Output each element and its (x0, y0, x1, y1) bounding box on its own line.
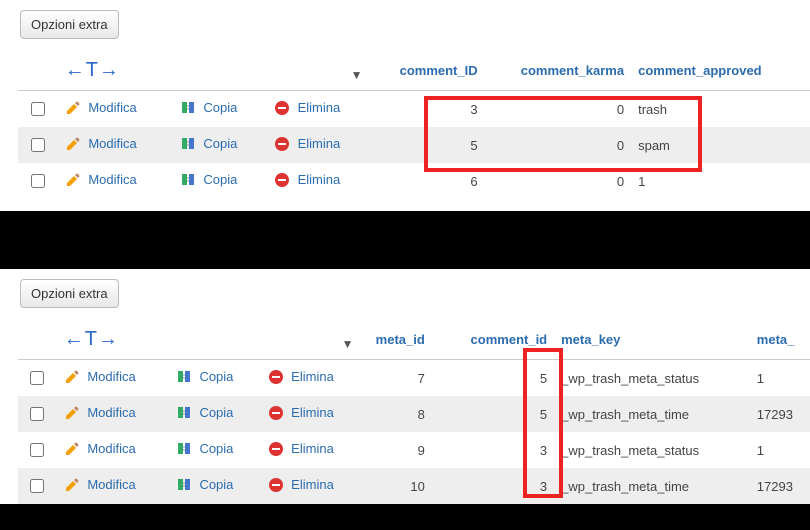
cell-comment-karma: 0 (486, 127, 632, 163)
delete-icon (274, 136, 290, 155)
row-checkbox[interactable] (31, 174, 45, 188)
table-row: Modifica Copia Elimina 9 3 _wp_trash_met… (18, 432, 810, 468)
pencil-icon (64, 477, 80, 496)
delete-icon (274, 172, 290, 191)
dropdown-icon[interactable]: ▼ (266, 53, 371, 91)
copy-icon (180, 136, 196, 155)
pencil-icon (65, 136, 81, 155)
copy-link[interactable]: Copia (199, 441, 233, 456)
delete-link[interactable]: Elimina (291, 441, 334, 456)
cell-meta-id: 9 (361, 432, 432, 468)
pencil-icon (64, 441, 80, 460)
pencil-icon (64, 369, 80, 388)
edit-link[interactable]: Modifica (88, 100, 136, 115)
delete-link[interactable]: Elimina (291, 405, 334, 420)
dropdown-icon[interactable]: ▼ (260, 322, 362, 360)
col-meta-key[interactable]: meta_key (555, 322, 749, 360)
cell-meta-id: 7 (361, 360, 432, 397)
cell-comment-id: 5 (371, 127, 486, 163)
copy-icon (176, 369, 192, 388)
delete-link[interactable]: Elimina (298, 100, 341, 115)
cell-meta-value: 1 (749, 432, 810, 468)
table-row: Modifica Copia Elimina 7 5 _wp_trash_met… (18, 360, 810, 397)
copy-icon (176, 441, 192, 460)
cell-comment-id: 3 (433, 468, 555, 504)
copy-icon (180, 172, 196, 191)
copy-link[interactable]: Copia (199, 477, 233, 492)
copy-icon (176, 405, 192, 424)
table-row: Modifica Copia Elimina 3 0 trash (18, 91, 810, 128)
col-comment-karma[interactable]: comment_karma (486, 53, 632, 91)
table-row: Modifica Copia Elimina 5 0 spam (18, 127, 810, 163)
sort-arrows-icon[interactable]: ←T→ (65, 59, 120, 81)
cell-meta-value: 17293 (749, 396, 810, 432)
edit-link[interactable]: Modifica (87, 369, 135, 384)
cell-comment-id: 3 (433, 432, 555, 468)
cell-comment-id: 5 (433, 396, 555, 432)
cell-comment-id: 6 (371, 163, 486, 199)
row-checkbox[interactable] (30, 443, 44, 457)
col-meta-id[interactable]: meta_id (361, 322, 432, 360)
cell-meta-id: 10 (361, 468, 432, 504)
table-row: Modifica Copia Elimina 8 5 _wp_trash_met… (18, 396, 810, 432)
delete-link[interactable]: Elimina (298, 172, 341, 187)
extra-options-button[interactable]: Opzioni extra (20, 279, 119, 308)
edit-link[interactable]: Modifica (87, 441, 135, 456)
copy-link[interactable]: Copia (199, 405, 233, 420)
cell-meta-value: 17293 (749, 468, 810, 504)
cell-comment-approved: spam (632, 127, 810, 163)
delete-icon (268, 441, 284, 460)
edit-link[interactable]: Modifica (88, 172, 136, 187)
edit-link[interactable]: Modifica (87, 477, 135, 492)
sort-arrows-icon[interactable]: ←T→ (64, 328, 119, 350)
cell-meta-key: _wp_trash_meta_status (555, 360, 749, 397)
pencil-icon (65, 100, 81, 119)
cell-comment-karma: 0 (486, 163, 632, 199)
pencil-icon (64, 405, 80, 424)
table-row: Modifica Copia Elimina 10 3 _wp_trash_me… (18, 468, 810, 504)
delete-icon (268, 405, 284, 424)
col-comment-id[interactable]: comment_id (433, 322, 555, 360)
copy-link[interactable]: Copia (199, 369, 233, 384)
cell-comment-id: 3 (371, 91, 486, 128)
table-row: Modifica Copia Elimina 6 0 1 (18, 163, 810, 199)
copy-link[interactable]: Copia (203, 136, 237, 151)
cell-meta-key: _wp_trash_meta_time (555, 396, 749, 432)
col-comment-id[interactable]: comment_ID (371, 53, 486, 91)
extra-options-button[interactable]: Opzioni extra (20, 10, 119, 39)
comments-table-panel: Opzioni extra ←T→ ▼ comment_ID comment_k… (0, 0, 810, 211)
edit-link[interactable]: Modifica (87, 405, 135, 420)
copy-icon (176, 477, 192, 496)
cell-comment-approved: 1 (632, 163, 810, 199)
cell-meta-value: 1 (749, 360, 810, 397)
edit-link[interactable]: Modifica (88, 136, 136, 151)
cell-meta-id: 8 (361, 396, 432, 432)
delete-icon (268, 477, 284, 496)
comments-table: ←T→ ▼ comment_ID comment_karma comment_a… (18, 53, 810, 199)
cell-comment-id: 5 (433, 360, 555, 397)
cell-comment-karma: 0 (486, 91, 632, 128)
delete-link[interactable]: Elimina (298, 136, 341, 151)
copy-link[interactable]: Copia (203, 100, 237, 115)
copy-link[interactable]: Copia (203, 172, 237, 187)
commentmeta-table: ←T→ ▼ meta_id comment_id meta_key meta_ … (18, 322, 810, 504)
cell-meta-key: _wp_trash_meta_status (555, 432, 749, 468)
delete-link[interactable]: Elimina (291, 477, 334, 492)
col-meta-partial[interactable]: meta_ (749, 322, 810, 360)
copy-icon (180, 100, 196, 119)
delete-link[interactable]: Elimina (291, 369, 334, 384)
row-checkbox[interactable] (31, 138, 45, 152)
row-checkbox[interactable] (30, 371, 44, 385)
row-checkbox[interactable] (30, 407, 44, 421)
row-checkbox[interactable] (30, 479, 44, 493)
cell-meta-key: _wp_trash_meta_time (555, 468, 749, 504)
cell-comment-approved: trash (632, 91, 810, 128)
pencil-icon (65, 172, 81, 191)
col-comment-approved[interactable]: comment_approved (632, 53, 810, 91)
row-checkbox[interactable] (31, 102, 45, 116)
delete-icon (274, 100, 290, 119)
delete-icon (268, 369, 284, 388)
commentmeta-table-panel: Opzioni extra ←T→ ▼ meta_id comment_id m… (0, 269, 810, 504)
